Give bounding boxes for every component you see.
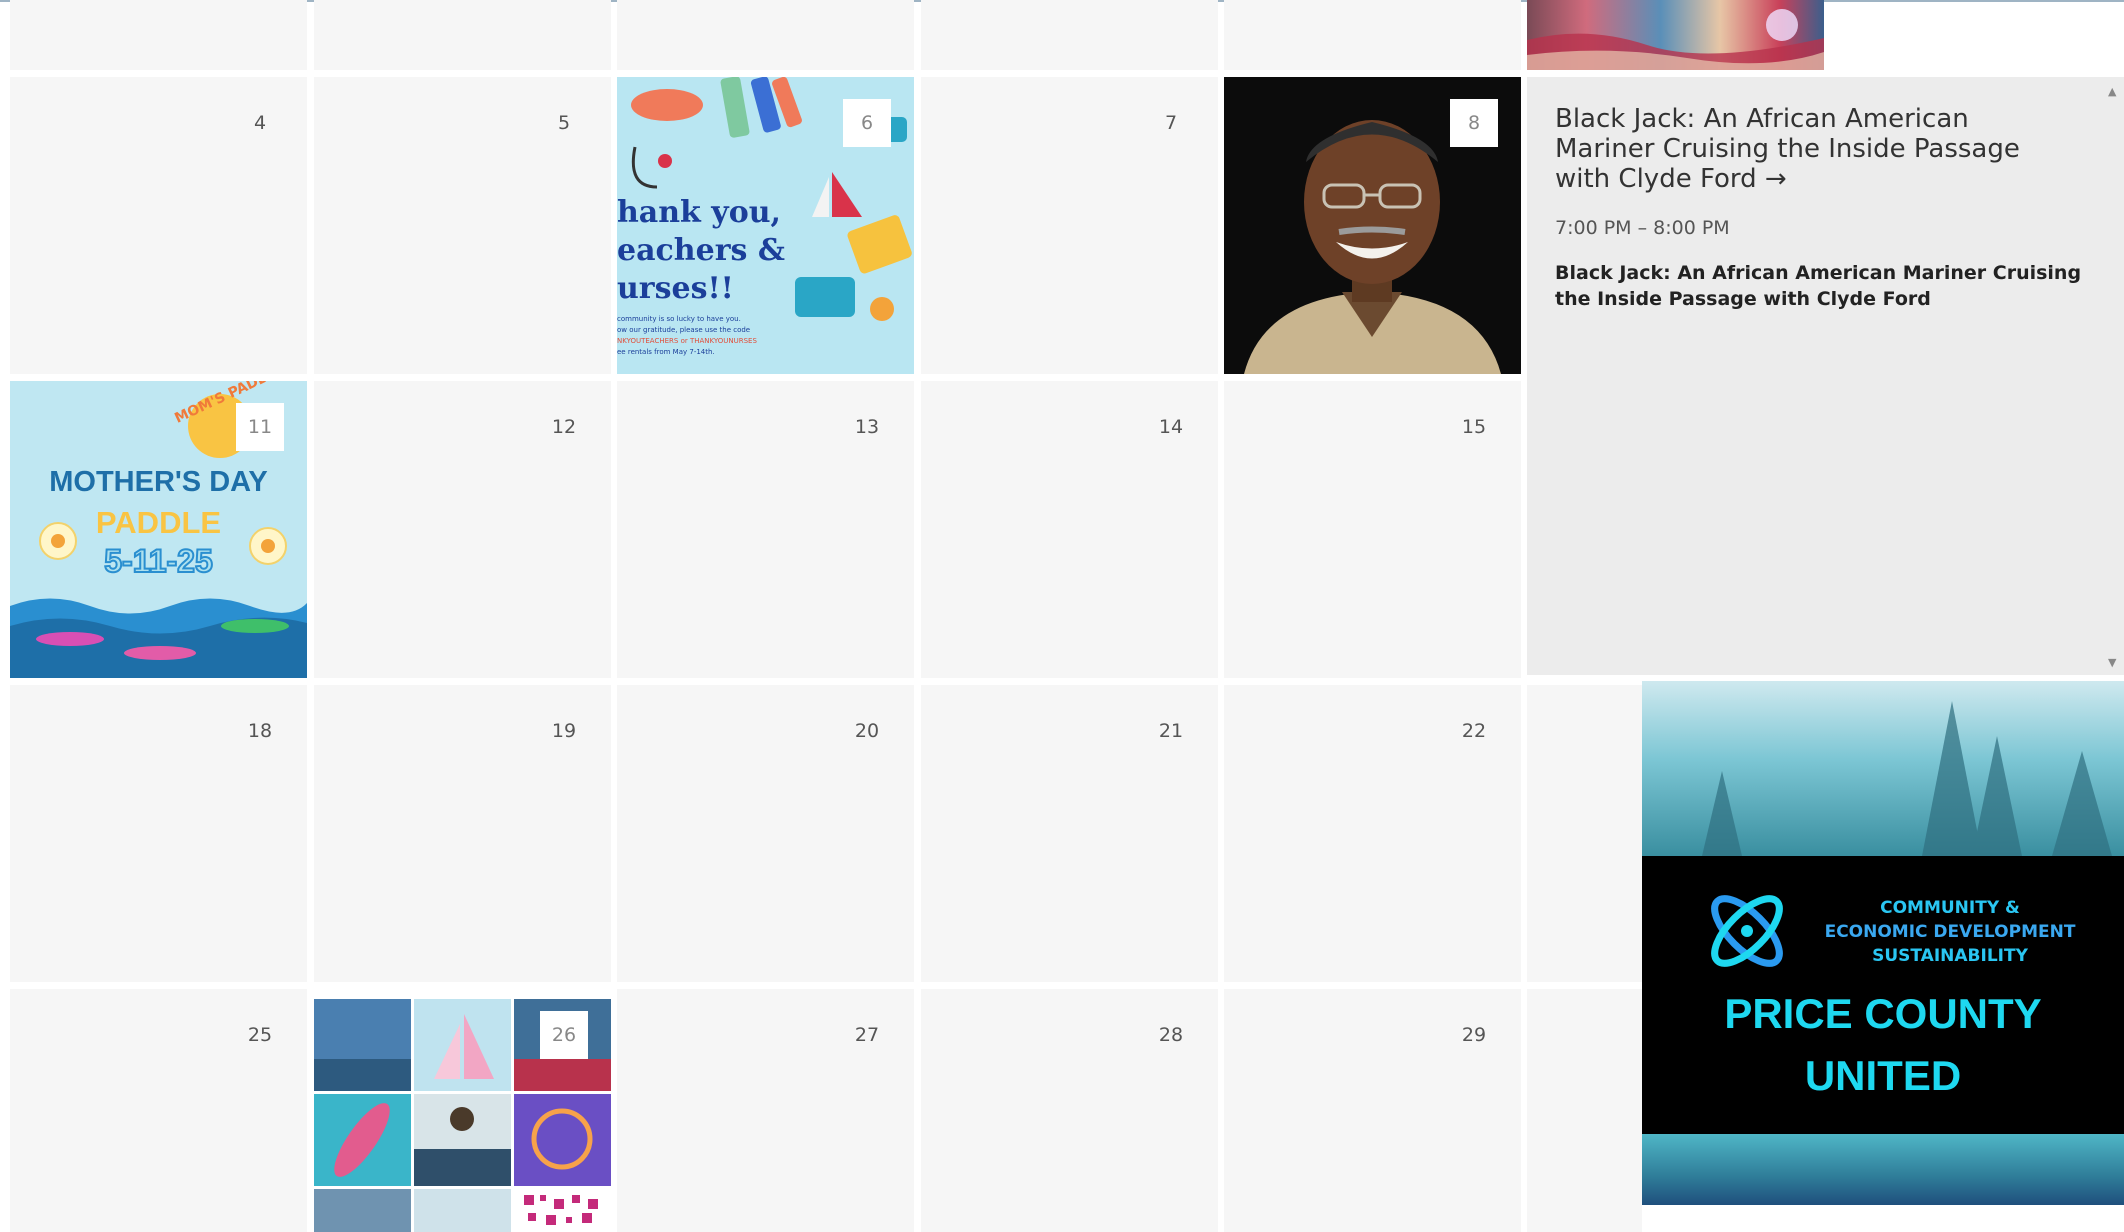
- day-number: 12: [551, 416, 577, 438]
- calendar-cell-day[interactable]: 14: [921, 381, 1218, 678]
- calendar-cell-day[interactable]: 4: [10, 77, 307, 374]
- mothers-day-title: MOTHER'S DAY: [49, 466, 268, 498]
- calendar-cell-day[interactable]: 21: [921, 685, 1218, 982]
- calendar-cell-day[interactable]: 26: [314, 989, 611, 1232]
- calendar-cell-day[interactable]: 19: [314, 685, 611, 982]
- calendar-cell-day[interactable]: 22: [1224, 685, 1521, 982]
- day-number: 11: [236, 403, 284, 451]
- calendar-cell-prev-2[interactable]: [314, 0, 611, 70]
- thank-you-line-1: hank you,: [617, 195, 781, 230]
- promo-forest-bottom: [1642, 1134, 2124, 1205]
- promo-brand-1: PRICE COUNTY: [1724, 990, 2042, 1037]
- event-detail-time: 7:00 PM – 8:00 PM: [1555, 217, 1730, 239]
- scroll-up-icon[interactable]: ▲: [2108, 85, 2116, 98]
- day-number: 18: [247, 720, 273, 742]
- calendar-cell-day[interactable]: MOM'S PADDLE MOTHER'S DAY PADDLE 5-11-25…: [10, 381, 307, 678]
- thank-you-small-2: ow our gratitude, please use the code: [617, 326, 751, 334]
- day-number: 29: [1461, 1024, 1487, 1046]
- day-number: 21: [1158, 720, 1184, 742]
- calendar-cell-weekend[interactable]: [1527, 685, 1642, 982]
- calendar-cell-prev-4[interactable]: [921, 0, 1218, 70]
- arrow-right-icon[interactable]: →: [1765, 164, 1787, 194]
- price-county-promo[interactable]: COMMUNITY & ECONOMIC DEVELOPMENT SUSTAIN…: [1642, 681, 2124, 1205]
- day-number: 19: [551, 720, 577, 742]
- event-thumbnail-top[interactable]: [1527, 0, 1824, 70]
- calendar-cell-day[interactable]: 25: [10, 989, 307, 1232]
- event-title-text[interactable]: Black Jack: An African American Mariner …: [1555, 104, 2020, 194]
- calendar-cell-day[interactable]: 15: [1224, 381, 1521, 678]
- promo-tagline-1: COMMUNITY &: [1880, 898, 2020, 918]
- promo-brand: PRICE COUNTY UNITED: [1642, 983, 2124, 1107]
- thank-you-small-4: ee rentals from May 7-14th.: [617, 348, 715, 356]
- calendar-cell-day[interactable]: 18: [10, 685, 307, 982]
- day-number: 7: [1164, 112, 1178, 134]
- calendar-cell-day[interactable]: 29: [1224, 989, 1521, 1232]
- calendar-cell-day[interactable]: 20: [617, 685, 914, 982]
- calendar-cell-prev-5[interactable]: [1224, 0, 1521, 70]
- promo-forest-top: [1642, 681, 2124, 856]
- day-number: 8: [1450, 99, 1498, 147]
- promo-tagline: COMMUNITY & ECONOMIC DEVELOPMENT SUSTAIN…: [1820, 896, 2080, 968]
- thank-you-small-3: NKYOUTEACHERS or THANKYOUNURSES: [617, 337, 757, 345]
- event-detail-description: Black Jack: An African American Mariner …: [1555, 262, 2082, 310]
- day-number: 15: [1461, 416, 1487, 438]
- day-number: 13: [854, 416, 880, 438]
- promo-tagline-2: ECONOMIC DEVELOPMENT: [1824, 922, 2076, 942]
- day-number: 5: [557, 112, 571, 134]
- calendar-cell-prev-1[interactable]: [10, 0, 307, 70]
- atom-logo-icon: [1697, 881, 1797, 985]
- day-number: 22: [1461, 720, 1487, 742]
- calendar-cell-prev-3[interactable]: [617, 0, 914, 70]
- day-number: 25: [247, 1024, 273, 1046]
- calendar-cell-day[interactable]: 7: [921, 77, 1218, 374]
- mothers-day-sub: PADDLE: [95, 505, 222, 540]
- detail-scrollbar[interactable]: ▲ ▼: [2104, 77, 2124, 675]
- calendar-cell-day[interactable]: 13: [617, 381, 914, 678]
- day-number: 28: [1158, 1024, 1184, 1046]
- thank-you-line-3: urses!!: [617, 271, 734, 306]
- promo-brand-2: UNITED: [1804, 1052, 1962, 1099]
- day-number: 6: [843, 99, 891, 147]
- day-number: 4: [253, 112, 267, 134]
- promo-tagline-3: SUSTAINABILITY: [1872, 946, 2028, 966]
- calendar-cell-day[interactable]: hank you, eachers & urses!! community is…: [617, 77, 914, 374]
- mothers-day-date: 5-11-25: [103, 542, 214, 580]
- day-number: 14: [1158, 416, 1184, 438]
- thank-you-line-2: eachers &: [617, 233, 785, 268]
- scroll-down-icon[interactable]: ▼: [2108, 656, 2116, 669]
- day-number: 26: [540, 1011, 588, 1059]
- calendar-cell-day[interactable]: 5: [314, 77, 611, 374]
- calendar-cell-day[interactable]: 28: [921, 989, 1218, 1232]
- day-number: 20: [854, 720, 880, 742]
- calendar-cell-day[interactable]: 27: [617, 989, 914, 1232]
- event-detail-title[interactable]: Black Jack: An African American Mariner …: [1555, 104, 2075, 194]
- calendar-cell-weekend[interactable]: [1527, 989, 1642, 1232]
- thank-you-small-1: community is so lucky to have you.: [617, 315, 741, 323]
- day-number: 27: [854, 1024, 880, 1046]
- calendar-cell-day[interactable]: 12: [314, 381, 611, 678]
- event-detail-panel: Black Jack: An African American Mariner …: [1527, 77, 2124, 675]
- calendar-cell-day[interactable]: 8: [1224, 77, 1521, 374]
